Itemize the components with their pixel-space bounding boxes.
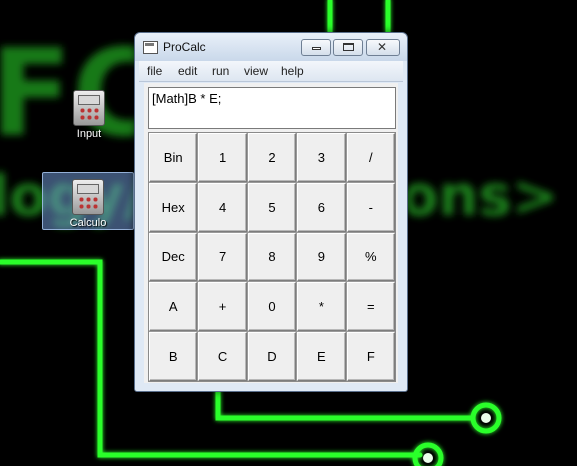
maximize-button[interactable]	[333, 39, 363, 56]
key-dec[interactable]: Dec	[149, 232, 198, 282]
close-button[interactable]: ✕	[366, 39, 400, 56]
key-5[interactable]: 5	[247, 182, 297, 232]
desktop-icon-calculo[interactable]: Calculo	[42, 172, 134, 230]
maximize-icon	[343, 43, 354, 51]
key-2[interactable]: 2	[247, 133, 297, 182]
key-3[interactable]: 3	[297, 133, 346, 182]
key-f[interactable]: F	[346, 332, 395, 381]
key-c[interactable]: C	[198, 332, 247, 381]
key-7[interactable]: 7	[198, 232, 247, 282]
desktop: FC logy/ ons> Input Calculo ProCalc	[0, 0, 577, 466]
key-b[interactable]: B	[149, 332, 198, 381]
key-equals[interactable]: =	[346, 282, 395, 332]
key-plus[interactable]: +	[198, 282, 247, 332]
window-title: ProCalc	[163, 40, 206, 54]
key-8[interactable]: 8	[247, 232, 297, 282]
key-9[interactable]: 9	[297, 232, 346, 282]
title-bar[interactable]: ProCalc ✕	[135, 33, 407, 61]
menu-help[interactable]: help	[281, 64, 304, 78]
calculator-icon	[72, 179, 104, 215]
menu-bar: file edit run view help	[139, 61, 403, 82]
key-d[interactable]: D	[247, 332, 297, 381]
key-percent[interactable]: %	[346, 232, 395, 282]
minimize-button[interactable]	[301, 39, 331, 56]
calculator-body: [Math]B * E; Bin 1 2 3 / Hex 4 5 6 - Dec…	[144, 83, 398, 383]
key-0[interactable]: 0	[247, 282, 297, 332]
key-a[interactable]: A	[149, 282, 198, 332]
expression-display[interactable]: [Math]B * E;	[148, 87, 396, 129]
calculator-icon	[73, 90, 105, 126]
svg-text:ons>: ons>	[400, 164, 559, 229]
desktop-icon-label: Calculo	[69, 217, 107, 229]
desktop-icon-label: Input	[76, 128, 102, 140]
menu-view[interactable]: view	[244, 64, 268, 78]
menu-edit[interactable]: edit	[178, 64, 197, 78]
close-icon: ✕	[377, 40, 388, 54]
key-6[interactable]: 6	[297, 182, 346, 232]
key-divide[interactable]: /	[346, 133, 395, 182]
key-e[interactable]: E	[297, 332, 346, 381]
key-hex[interactable]: Hex	[149, 182, 198, 232]
menu-run[interactable]: run	[212, 64, 229, 78]
key-1[interactable]: 1	[198, 133, 247, 182]
minimize-icon	[312, 47, 321, 50]
procalc-window: ProCalc ✕ file edit run view help [Math]…	[134, 32, 408, 392]
key-4[interactable]: 4	[198, 182, 247, 232]
keypad: Bin 1 2 3 / Hex 4 5 6 - Dec 7 8 9 % A + …	[148, 132, 396, 382]
menu-file[interactable]: file	[147, 64, 162, 78]
key-minus[interactable]: -	[346, 182, 395, 232]
desktop-icon-input[interactable]: Input	[57, 84, 121, 140]
app-window-icon[interactable]	[143, 41, 158, 54]
key-bin[interactable]: Bin	[149, 133, 198, 182]
key-multiply[interactable]: *	[297, 282, 346, 332]
